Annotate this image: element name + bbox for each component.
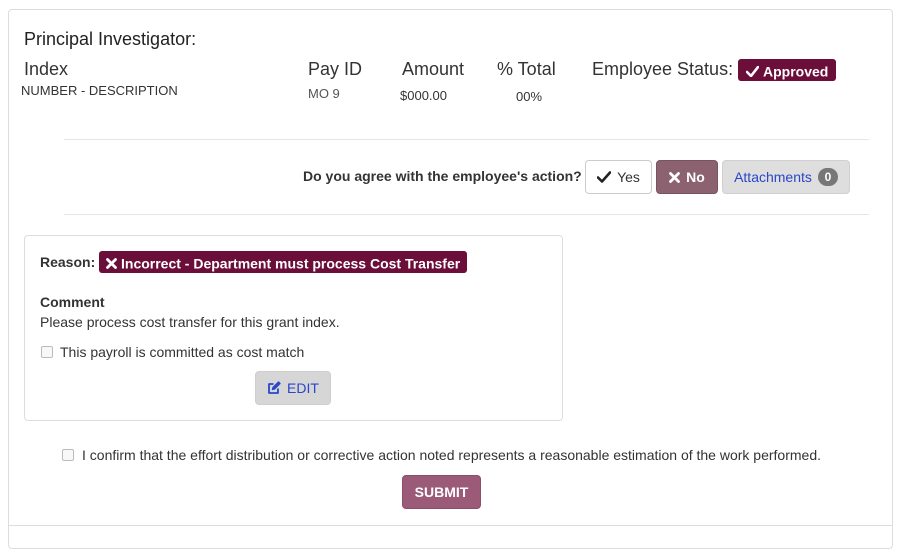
no-button-label: No [686, 169, 705, 185]
attachments-button[interactable]: Attachments 0 [722, 160, 850, 194]
yes-button-label: Yes [617, 169, 640, 185]
status-badge: Approved [738, 59, 837, 81]
amount-value: $000.00 [400, 88, 447, 103]
edit-button[interactable]: EDIT [255, 371, 331, 405]
reason-badge-label: Incorrect - Department must process Cost… [121, 255, 461, 272]
attachments-button-label: Attachments [734, 169, 812, 185]
pay-id-header: Pay ID [308, 59, 363, 79]
reason-panel: Reason: Incorrect - Department must proc… [24, 235, 563, 421]
confirm-checkbox[interactable] [62, 449, 74, 461]
percent-total-value: 00% [516, 89, 543, 104]
comment-text: Please process cost transfer for this gr… [40, 314, 340, 330]
pay-id-value: MO 9 [308, 86, 340, 101]
edit-icon [267, 381, 281, 395]
divider-top [64, 139, 869, 140]
checkmark-icon [746, 65, 759, 77]
checkmark-icon [597, 171, 612, 183]
yes-button[interactable]: Yes [585, 160, 652, 194]
x-icon [106, 257, 117, 269]
index-value: NUMBER - DESCRIPTION [21, 83, 178, 98]
reason-label: Reason: [40, 254, 96, 270]
cost-match-checkbox[interactable] [41, 346, 53, 358]
index-header: Index [24, 59, 69, 79]
edit-button-label: EDIT [287, 380, 319, 396]
status-badge-label: Approved [763, 63, 829, 80]
percent-total-header: % Total [497, 59, 556, 79]
cost-match-label: This payroll is committed as cost match [60, 344, 305, 360]
reason-badge: Incorrect - Department must process Cost… [99, 251, 468, 273]
agreement-question: Do you agree with the employee's action? [303, 168, 582, 184]
divider-bottom [9, 525, 892, 526]
no-button[interactable]: No [656, 160, 718, 194]
comment-label: Comment [40, 294, 105, 310]
attachments-count-badge: 0 [817, 168, 838, 186]
principal-investigator-label: Principal Investigator: [24, 29, 197, 49]
submit-button[interactable]: SUBMIT [402, 475, 481, 509]
amount-header: Amount [402, 59, 465, 79]
employee-status-label: Employee Status: [592, 59, 734, 79]
x-icon [669, 171, 681, 183]
divider-middle [64, 214, 869, 215]
confirm-statement: I confirm that the effort distribution o… [82, 447, 822, 463]
